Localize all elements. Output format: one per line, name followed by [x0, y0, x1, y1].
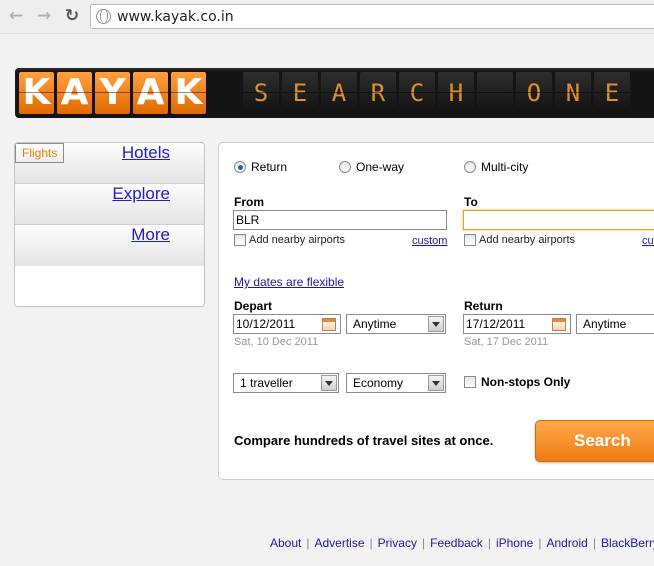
search-button[interactable]: Search: [535, 420, 654, 462]
from-label: From: [234, 195, 264, 209]
browser-toolbar: ← → ↻ www.kayak.co.in: [0, 0, 654, 34]
vertical-nav: Flights Hotels Explore More: [14, 142, 205, 307]
return-date-hint: Sat, 17 Dec 2011: [464, 336, 549, 348]
footer-link-advertise[interactable]: Advertise: [314, 536, 364, 550]
logo-letter[interactable]: K: [171, 72, 206, 114]
flight-search-form: Return One-way Multi-city From BLR Add n…: [218, 142, 654, 480]
radio-multi-city-dot[interactable]: [464, 161, 476, 173]
globe-icon: [96, 9, 111, 24]
footer-separator: |: [421, 536, 426, 550]
nav-link-explore[interactable]: Explore: [112, 184, 170, 203]
back-arrow-icon[interactable]: ←: [6, 6, 26, 26]
chevron-down-icon[interactable]: [321, 375, 337, 391]
nav-link-more[interactable]: More: [131, 225, 170, 244]
board-letter: E: [282, 72, 318, 114]
depart-date-input[interactable]: 10/12/2011: [233, 314, 341, 334]
board-letter: C: [399, 72, 435, 114]
to-nearby-checkbox[interactable]: [464, 234, 476, 246]
radio-return-dot[interactable]: [234, 161, 246, 173]
return-time-value: Anytime: [583, 317, 627, 331]
nav-item-more[interactable]: More: [15, 225, 204, 266]
depart-date-hint: Sat, 10 Dec 2011: [234, 336, 319, 348]
board-letter: R: [360, 72, 396, 114]
board-letter: N: [555, 72, 591, 114]
logo-letter[interactable]: Y: [95, 72, 130, 114]
chevron-down-icon[interactable]: [428, 316, 444, 332]
nonstop-checkbox[interactable]: [464, 376, 476, 388]
to-custom-link[interactable]: custom: [642, 235, 654, 247]
return-date-value: 17/12/2011: [466, 317, 526, 331]
chevron-down-icon[interactable]: [428, 375, 444, 391]
to-label: To: [464, 195, 478, 209]
nav-item-explore[interactable]: Explore: [15, 184, 204, 225]
depart-time-select[interactable]: Anytime: [346, 314, 446, 334]
radio-one-way-dot[interactable]: [339, 161, 351, 173]
board-letter: H: [438, 72, 474, 114]
board-letter: A: [321, 72, 357, 114]
return-time-select[interactable]: Anytime: [576, 314, 654, 334]
footer-links: About | Advertise | Privacy | Feedback | iPhone |…: [270, 536, 654, 550]
nonstop-label: Non-stops Only: [481, 375, 571, 389]
radio-one-way-label[interactable]: One-way: [356, 160, 404, 174]
logo-letter[interactable]: A: [57, 72, 92, 114]
board-letter: S: [243, 72, 279, 114]
return-label: Return: [464, 299, 503, 313]
nav-link-hotels[interactable]: Hotels: [122, 143, 170, 162]
calendar-icon[interactable]: [322, 318, 336, 331]
footer-separator: |: [592, 536, 596, 550]
footer-link-android[interactable]: Android: [546, 536, 587, 550]
url-text: www.kayak.co.in: [117, 9, 234, 25]
kayak-banner: K A Y A K S E A R C H O N E: [15, 68, 654, 118]
footer-separator: |: [538, 536, 542, 550]
travellers-select[interactable]: 1 traveller: [233, 373, 339, 393]
from-nearby-label: Add nearby airports: [249, 234, 345, 246]
from-nearby-checkbox[interactable]: [234, 234, 246, 246]
logo-letter[interactable]: A: [133, 72, 168, 114]
return-date-input[interactable]: 17/12/2011: [463, 314, 571, 334]
radio-multi-city-label[interactable]: Multi-city: [481, 160, 528, 174]
from-custom-link[interactable]: custom: [412, 235, 447, 247]
reload-icon[interactable]: ↻: [62, 6, 82, 26]
calendar-icon[interactable]: [552, 318, 566, 331]
to-input[interactable]: [463, 210, 654, 230]
footer-link-privacy[interactable]: Privacy: [378, 536, 417, 550]
from-input[interactable]: BLR: [233, 210, 447, 230]
nav-item-flights[interactable]: Flights: [15, 143, 65, 163]
board-letter: E: [594, 72, 630, 114]
address-bar[interactable]: www.kayak.co.in: [90, 4, 654, 29]
footer-link-about[interactable]: About: [270, 536, 301, 550]
footer-separator: |: [487, 536, 491, 550]
logo-letter[interactable]: K: [19, 72, 54, 114]
cabin-value: Economy: [353, 376, 404, 390]
footer-separator: |: [306, 536, 310, 550]
footer-link-iphone[interactable]: iPhone: [496, 536, 533, 550]
cabin-select[interactable]: Economy: [346, 373, 446, 393]
board-letter: [477, 72, 513, 114]
board-letter: O: [516, 72, 552, 114]
footer-link-feedback[interactable]: Feedback: [430, 536, 483, 550]
travellers-value: 1 traveller: [240, 376, 293, 390]
depart-label: Depart: [234, 299, 273, 313]
flexible-dates-link[interactable]: My dates are flexible: [234, 275, 344, 289]
depart-date-value: 10/12/2011: [236, 317, 296, 331]
radio-return-label[interactable]: Return: [251, 160, 287, 174]
forward-arrow-icon[interactable]: →: [34, 6, 54, 26]
compare-text: Compare hundreds of travel sites at once…: [234, 433, 494, 448]
footer-separator: |: [369, 536, 373, 550]
to-nearby-label: Add nearby airports: [479, 234, 575, 246]
depart-time-value: Anytime: [353, 317, 397, 331]
footer-link-blackberry[interactable]: BlackBerry: [601, 536, 654, 550]
